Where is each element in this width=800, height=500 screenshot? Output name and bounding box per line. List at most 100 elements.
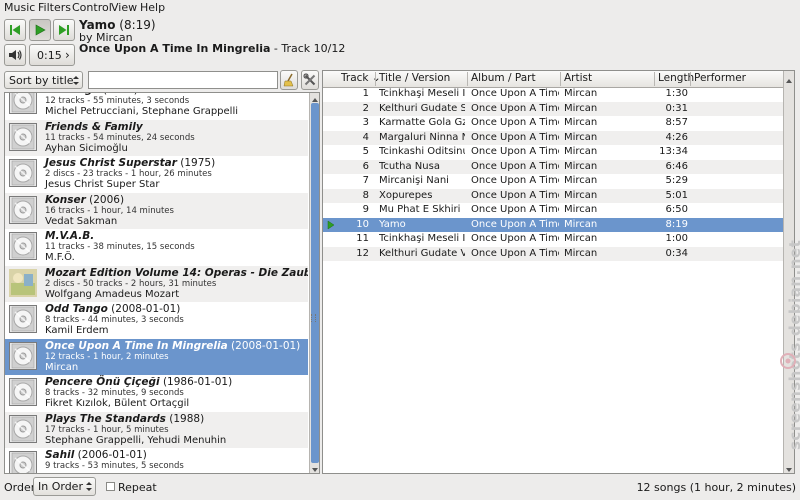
- track-album: Once Upon A Time...: [471, 204, 559, 215]
- track-number: 12: [356, 247, 369, 259]
- track-scroll-up-arrow-icon[interactable]: [785, 75, 793, 83]
- album-list-scroll-thumb[interactable]: [311, 103, 319, 463]
- tools-button[interactable]: [301, 70, 319, 90]
- repeat-label[interactable]: Repeat: [118, 481, 157, 494]
- album-item[interactable]: Once Upon A Time In Mingrelia (2008-01-0…: [5, 338, 308, 375]
- track-length: 0:31: [665, 102, 688, 114]
- album-cover-icon: [9, 93, 37, 114]
- album-artist: Fikret Kızılok, Bülent Ortaçgil: [45, 398, 190, 409]
- track-album: Once Upon A Time...: [471, 233, 559, 244]
- track-number: 4: [362, 131, 369, 143]
- track-artist: Mircan: [564, 146, 598, 157]
- menu-control[interactable]: Control: [72, 1, 112, 14]
- scroll-up-arrow-icon[interactable]: [311, 94, 319, 102]
- album-item[interactable]: Konser (2006) 16 tracks - 1 hour, 14 minu…: [5, 192, 308, 229]
- track-length: 0:34: [665, 247, 688, 259]
- album-artist: Wolfgang Amadeus Mozart: [45, 288, 180, 300]
- album-item[interactable]: M.V.A.B. 11 tracks - 38 minutes, 15 secon…: [5, 229, 308, 265]
- column-performer[interactable]: Performer: [694, 72, 746, 84]
- album-title: Plays The Standards: [45, 412, 166, 425]
- album-item[interactable]: Friends & Family 11 tracks - 54 minutes, …: [5, 119, 308, 156]
- track-row[interactable]: 2 Kelthuri Gudate S... Once Upon A Time...…: [323, 101, 793, 116]
- clear-filter-button[interactable]: [280, 70, 298, 90]
- album-artist: Kamil Erdem: [45, 325, 109, 336]
- now-playing-title-line: Yamo (8:19): [79, 18, 156, 32]
- album-title: Sahil: [45, 449, 75, 461]
- track-title: Karmatte Gola Gza: [379, 117, 465, 128]
- album-item[interactable]: Odd Tango (2008-01-01) 8 tracks - 44 minu…: [5, 302, 308, 338]
- track-artist: Mircan: [564, 204, 598, 215]
- menu-view[interactable]: View: [111, 1, 137, 14]
- track-row[interactable]: 5 Tcinkashi Oditsinu Once Upon A Time... Mi…: [323, 145, 793, 159]
- now-playing-album: Once Upon A Time In Mingrelia: [79, 42, 271, 55]
- menubar: Music Filters Control View Help: [0, 0, 800, 16]
- album-title: Odd Tango: [45, 303, 108, 315]
- track-album: Once Upon A Time...: [471, 88, 559, 99]
- album-artist: Michel Petrucciani, Stephane Grappelli: [45, 106, 238, 117]
- album-year: (1986-01-01): [159, 376, 233, 388]
- track-row[interactable]: 6 Tcutha Nusa Once Upon A Time... Mircan 6:4…: [323, 159, 793, 174]
- order-combo-value: In Order: [38, 480, 83, 493]
- track-row[interactable]: 11 Tcinkhaşi Meseli II Once Upon A Time...…: [323, 232, 793, 246]
- now-playing-album-line: Once Upon A Time In Mingrelia - Track 10…: [79, 42, 345, 55]
- repeat-checkbox[interactable]: [106, 482, 115, 491]
- track-artist: Mircan: [564, 160, 598, 172]
- track-row[interactable]: 1 Tcinkhaşi Meseli I Once Upon A Time... Mi…: [323, 87, 793, 101]
- track-artist: Mircan: [564, 218, 598, 230]
- position-button[interactable]: 0:15 ›: [29, 44, 75, 66]
- track-scroll-down-arrow-icon[interactable]: [785, 464, 793, 472]
- scroll-down-arrow-icon[interactable]: [311, 464, 319, 472]
- track-artist: Mircan: [564, 131, 598, 143]
- search-input[interactable]: [88, 71, 278, 89]
- menu-music[interactable]: Music: [4, 1, 35, 14]
- album-item[interactable]: Flamingo (1996)12 tracks - 55 minutes, 3…: [5, 93, 308, 119]
- track-album: Once Upon A Time...: [471, 175, 559, 186]
- album-item[interactable]: Jesus Christ Superstar (1975) 2 discs - 2…: [5, 156, 308, 192]
- track-row[interactable]: 12 Kelthuri Gudate V... Once Upon A Time..…: [323, 246, 793, 261]
- album-artist: Mircan: [45, 361, 79, 373]
- track-number: 2: [362, 102, 369, 114]
- menu-help[interactable]: Help: [140, 1, 165, 14]
- album-title: Pencere Önü Çiçeği: [45, 376, 160, 388]
- track-length: 5:01: [665, 189, 688, 201]
- debian-logo-icon: [780, 353, 796, 369]
- now-playing-duration: (8:19): [119, 18, 156, 32]
- album-artist: Stephane Grappelli, Yehudi Menuhin: [45, 434, 227, 446]
- track-artist: Mircan: [564, 175, 598, 186]
- column-artist[interactable]: Artist: [564, 72, 592, 84]
- track-number: 3: [362, 117, 369, 128]
- column-album[interactable]: Album / Part: [471, 72, 536, 84]
- track-row[interactable]: 3 Karmatte Gola Gza Once Upon A Time... Mir…: [323, 116, 793, 130]
- pane-splitter-handle[interactable]: [311, 314, 316, 322]
- order-combo[interactable]: In Order: [33, 477, 96, 496]
- album-year: (1988): [165, 412, 205, 425]
- next-button[interactable]: [53, 19, 75, 41]
- album-item[interactable]: Pencere Önü Çiçeği (1986-01-01) 8 tracks …: [5, 375, 308, 411]
- track-row[interactable]: 7 Mircanişi Nani Once Upon A Time... Mircan…: [323, 174, 793, 188]
- track-album: Once Upon A Time...: [471, 131, 559, 143]
- volume-button[interactable]: [4, 44, 26, 66]
- track-album: Once Upon A Time...: [471, 117, 559, 128]
- track-row[interactable]: 4 Margaluri Ninna Na... Once Upon A Time..…: [323, 130, 793, 145]
- album-cover-icon: [9, 159, 37, 187]
- menu-filters[interactable]: Filters: [38, 1, 71, 14]
- speaker-icon: [9, 50, 22, 60]
- previous-button[interactable]: [4, 19, 26, 41]
- track-row[interactable]: 10 Yamo Once Upon A Time... Mircan 8:19: [323, 217, 793, 232]
- track-row[interactable]: 9 Mu Phat E Skhiri Once Upon A Time... Mirc…: [323, 203, 793, 217]
- column-title[interactable]: Title / Version: [379, 72, 450, 84]
- album-title: Once Upon A Time In Mingrelia: [45, 339, 228, 352]
- track-album: Once Upon A Time...: [471, 189, 559, 201]
- sort-combo[interactable]: Sort by title: [4, 71, 83, 89]
- track-title: Kelthuri Gudate V...: [379, 247, 465, 259]
- column-length[interactable]: Length: [658, 72, 694, 84]
- album-list-scrollbar[interactable]: [309, 93, 319, 473]
- play-button[interactable]: [29, 19, 51, 41]
- track-row[interactable]: 8 Xopurepes Once Upon A Time... Mircan 5:01: [323, 188, 793, 203]
- album-item[interactable]: Sahil (2006-01-01) 9 tracks - 53 minutes,…: [5, 448, 308, 473]
- track-artist: Mircan: [564, 247, 598, 259]
- track-album: Once Upon A Time...: [471, 218, 559, 230]
- album-item[interactable]: Mozart Edition Volume 14: Operas - Die Z…: [5, 265, 308, 302]
- album-title: Konser: [45, 193, 86, 206]
- album-item[interactable]: Plays The Standards (1988) 17 tracks - 1 …: [5, 411, 308, 448]
